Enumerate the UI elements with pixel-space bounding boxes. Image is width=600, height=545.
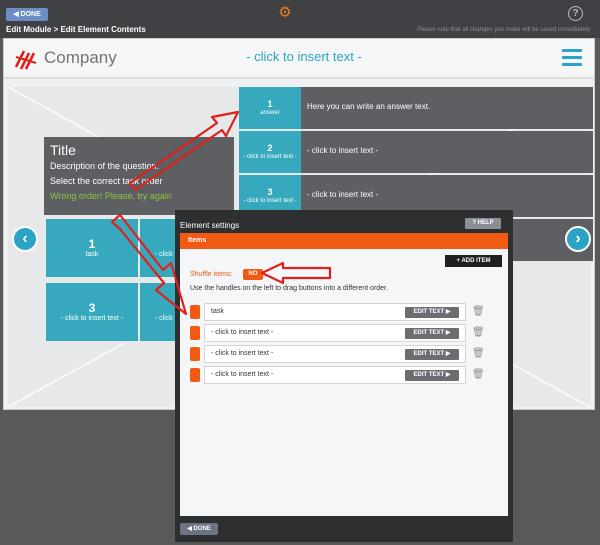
drag-hint: Use the handles on the left to drag butt…: [190, 285, 388, 292]
drag-handle[interactable]: [190, 347, 200, 361]
list-item: task EDIT TEXT ▶ 🗑: [190, 303, 485, 321]
drag-handle[interactable]: [190, 326, 200, 340]
answer-row-2[interactable]: 2 - click to insert text - - click to in…: [239, 131, 593, 173]
answer-number: 1: [267, 99, 273, 109]
shuffle-toggle[interactable]: NO: [243, 269, 263, 280]
edit-text-button[interactable]: EDIT TEXT ▶: [405, 328, 459, 339]
header-title[interactable]: - click to insert text -: [194, 49, 414, 64]
item-text: - click to insert text -: [211, 329, 274, 336]
question-description: Description of the question.: [50, 161, 160, 171]
trash-icon[interactable]: 🗑: [472, 347, 485, 360]
edit-text-button[interactable]: EDIT TEXT ▶: [405, 349, 459, 360]
answer-label: - click to insert text -: [243, 154, 297, 160]
company-name: Company: [44, 48, 117, 67]
item-field[interactable]: task EDIT TEXT ▶: [204, 303, 466, 321]
dialog-title: Element settings: [180, 221, 240, 230]
answer-text: - click to insert text -: [307, 190, 379, 199]
list-item: - click to insert text - EDIT TEXT ▶ 🗑: [190, 345, 485, 363]
item-text: - click to insert text -: [211, 350, 274, 357]
tile-text: - click to insert text -: [60, 314, 124, 322]
done-button[interactable]: ◀ DONE: [180, 523, 218, 535]
item-text: task: [211, 308, 224, 315]
editor-screen: ◀ DONE ⚙ ? Edit Module > Edit Element Co…: [0, 0, 600, 545]
next-arrow-icon[interactable]: ›: [565, 226, 591, 252]
question-instruction: Select the correct task order: [50, 176, 163, 186]
help-icon[interactable]: ?: [568, 6, 583, 21]
answer-text: - click to insert text -: [307, 146, 379, 155]
answer-text: Here you can write an answer text.: [307, 102, 431, 111]
top-toolbar: ◀ DONE ⚙ ?: [0, 0, 600, 24]
feedback-text: Wrong order! Please, try again: [50, 191, 172, 201]
task-tile-1[interactable]: 1 task: [44, 217, 140, 279]
list-item: - click to insert text - EDIT TEXT ▶ 🗑: [190, 366, 485, 384]
done-button-top[interactable]: ◀ DONE: [6, 8, 48, 21]
list-item: - click to insert text - EDIT TEXT ▶ 🗑: [190, 324, 485, 342]
item-text: - click to insert text -: [211, 371, 274, 378]
question-box[interactable]: Title Description of the question. Selec…: [44, 137, 234, 215]
menu-icon[interactable]: [562, 49, 582, 67]
answer-label: - click to insert text -: [243, 198, 297, 204]
trash-icon[interactable]: 🗑: [472, 326, 485, 339]
tile-number: 1: [88, 236, 96, 251]
question-title: Title: [50, 142, 76, 158]
dialog-body: Items + ADD ITEM Shuffle items: NO Use t…: [180, 233, 508, 516]
answer-slot: 2 - click to insert text -: [239, 131, 301, 173]
tile-text: task: [85, 250, 99, 258]
edit-text-button[interactable]: EDIT TEXT ▶: [405, 370, 459, 381]
item-field[interactable]: - click to insert text - EDIT TEXT ▶: [204, 324, 466, 342]
breadcrumb: Edit Module > Edit Element Contents: [6, 25, 146, 34]
drag-handle[interactable]: [190, 368, 200, 382]
element-settings-dialog: Element settings ? HELP Items + ADD ITEM…: [175, 210, 513, 542]
tile-number: 3: [88, 300, 96, 315]
preview-header: Company - click to insert text -: [4, 39, 594, 79]
item-field[interactable]: - click to insert text - EDIT TEXT ▶: [204, 366, 466, 384]
shuffle-label: Shuffle items:: [190, 271, 233, 278]
breadcrumb-bar: Edit Module > Edit Element Contents Plea…: [0, 24, 600, 38]
edit-text-button[interactable]: EDIT TEXT ▶: [405, 307, 459, 318]
answer-number: 3: [267, 187, 273, 197]
answer-row-1[interactable]: 1 answer Here you can write an answer te…: [239, 87, 593, 129]
item-field[interactable]: - click to insert text - EDIT TEXT ▶: [204, 345, 466, 363]
help-button[interactable]: ? HELP: [465, 218, 501, 229]
add-item-button[interactable]: + ADD ITEM: [445, 255, 502, 267]
company-logo-icon: [14, 50, 37, 70]
answer-label: answer: [260, 110, 280, 116]
save-note: Please note that all changes you make wi…: [417, 27, 590, 33]
trash-icon[interactable]: 🗑: [472, 305, 485, 318]
answer-slot: 1 answer: [239, 87, 301, 129]
gear-icon[interactable]: ⚙: [276, 5, 294, 21]
previous-arrow-icon[interactable]: ‹: [12, 226, 38, 252]
items-section-header: Items: [180, 233, 508, 249]
trash-icon[interactable]: 🗑: [472, 368, 485, 381]
drag-handle[interactable]: [190, 305, 200, 319]
task-tile-3[interactable]: 3 - click to insert text -: [44, 281, 140, 343]
answer-number: 2: [267, 143, 273, 153]
